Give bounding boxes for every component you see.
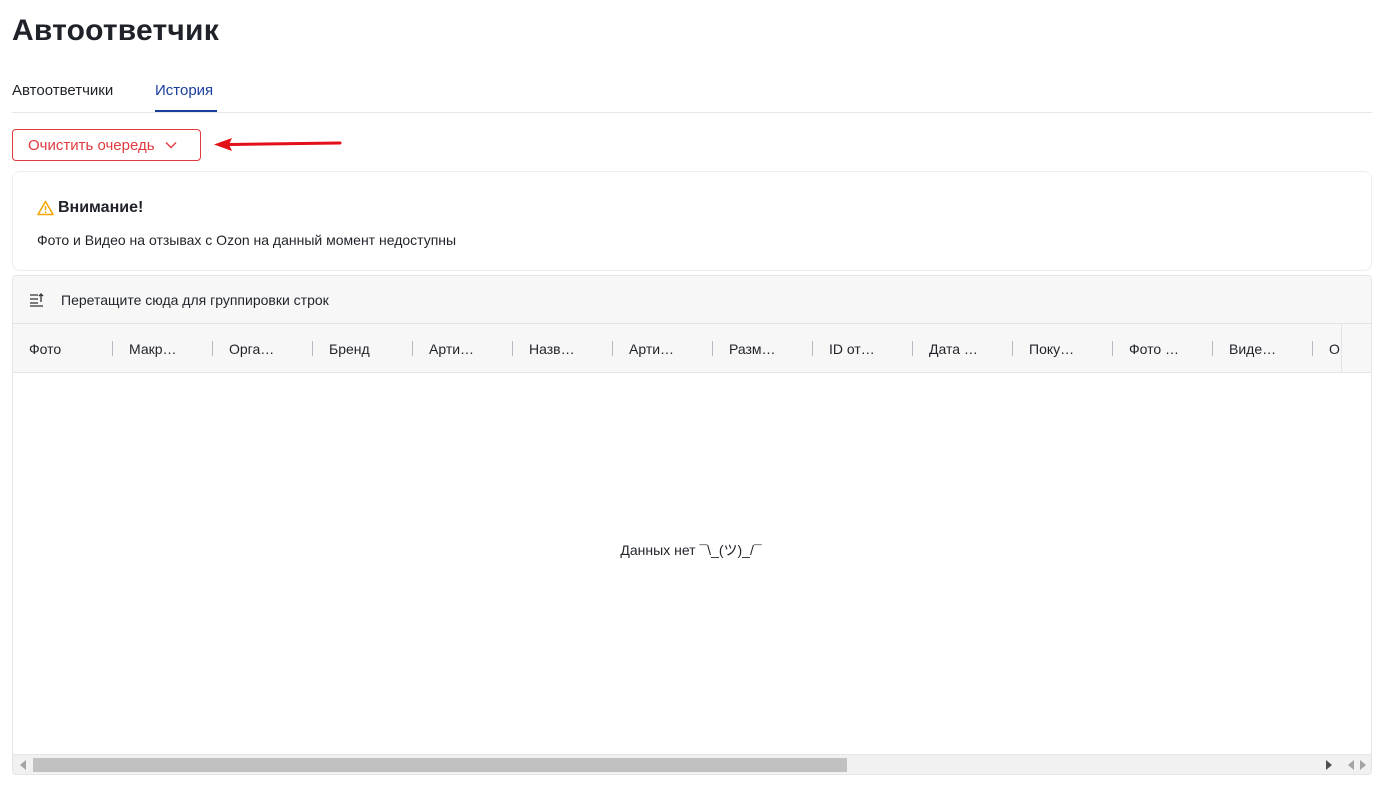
group-panel-text: Перетащите сюда для группировки строк	[61, 291, 329, 308]
column-header[interactable]: Арти…	[613, 324, 713, 373]
column-header[interactable]: Поку…	[1013, 324, 1113, 373]
column-header[interactable]: Разм…	[713, 324, 813, 373]
scroll-corner	[1341, 754, 1371, 774]
scrollbar-thumb[interactable]	[33, 758, 847, 772]
scroll-right-icon[interactable]	[1360, 760, 1366, 770]
column-header[interactable]: Дата …	[913, 324, 1013, 373]
active-tab-indicator	[155, 110, 217, 112]
scroll-right-icon[interactable]	[1326, 760, 1332, 770]
notice-text: Фото и Видео на отзывах с Ozon на данный…	[37, 232, 457, 248]
chevron-down-icon	[165, 142, 177, 149]
clear-queue-label: Очистить очередь	[28, 136, 155, 154]
column-header[interactable]: Назв…	[513, 324, 613, 373]
clear-queue-button[interactable]: Очистить очередь	[12, 129, 201, 161]
column-header[interactable]: Бренд	[313, 324, 413, 373]
tab-bar: Автоответчики История	[12, 72, 1372, 113]
grid-header-row: Фото Макр… Орга… Бренд Арти… Назв… Арти……	[13, 324, 1341, 373]
column-header[interactable]: Арти…	[413, 324, 513, 373]
history-grid: Перетащите сюда для группировки строк Фо…	[12, 275, 1372, 775]
scroll-left-icon[interactable]	[20, 760, 26, 770]
warning-icon	[37, 200, 54, 216]
annotation-arrow-icon	[214, 138, 342, 151]
header-scroll-corner	[1341, 324, 1371, 373]
empty-state-message: Данных нет ¯\_(ツ)_/¯	[620, 542, 762, 558]
tab-history[interactable]: История	[155, 82, 213, 99]
column-header[interactable]: О	[1313, 324, 1341, 373]
notice-title: Внимание!	[58, 199, 144, 216]
group-rows-icon	[30, 292, 44, 307]
notice-title-row: Внимание!	[37, 199, 143, 217]
column-header[interactable]: Фото …	[1113, 324, 1213, 373]
page-title: Автоответчик	[12, 14, 219, 47]
column-header[interactable]: Макр…	[113, 324, 213, 373]
tab-autoresponders[interactable]: Автоответчики	[12, 82, 113, 99]
notice-card: Внимание! Фото и Видео на отзывах с Ozon…	[12, 171, 1372, 271]
horizontal-scrollbar[interactable]	[13, 754, 1341, 774]
column-header[interactable]: Орга…	[213, 324, 313, 373]
group-panel[interactable]: Перетащите сюда для группировки строк	[13, 276, 1371, 324]
column-header[interactable]: Фото	[13, 324, 113, 373]
scroll-left-icon[interactable]	[1348, 760, 1354, 770]
column-header[interactable]: ID от…	[813, 324, 913, 373]
column-header[interactable]: Виде…	[1213, 324, 1313, 373]
